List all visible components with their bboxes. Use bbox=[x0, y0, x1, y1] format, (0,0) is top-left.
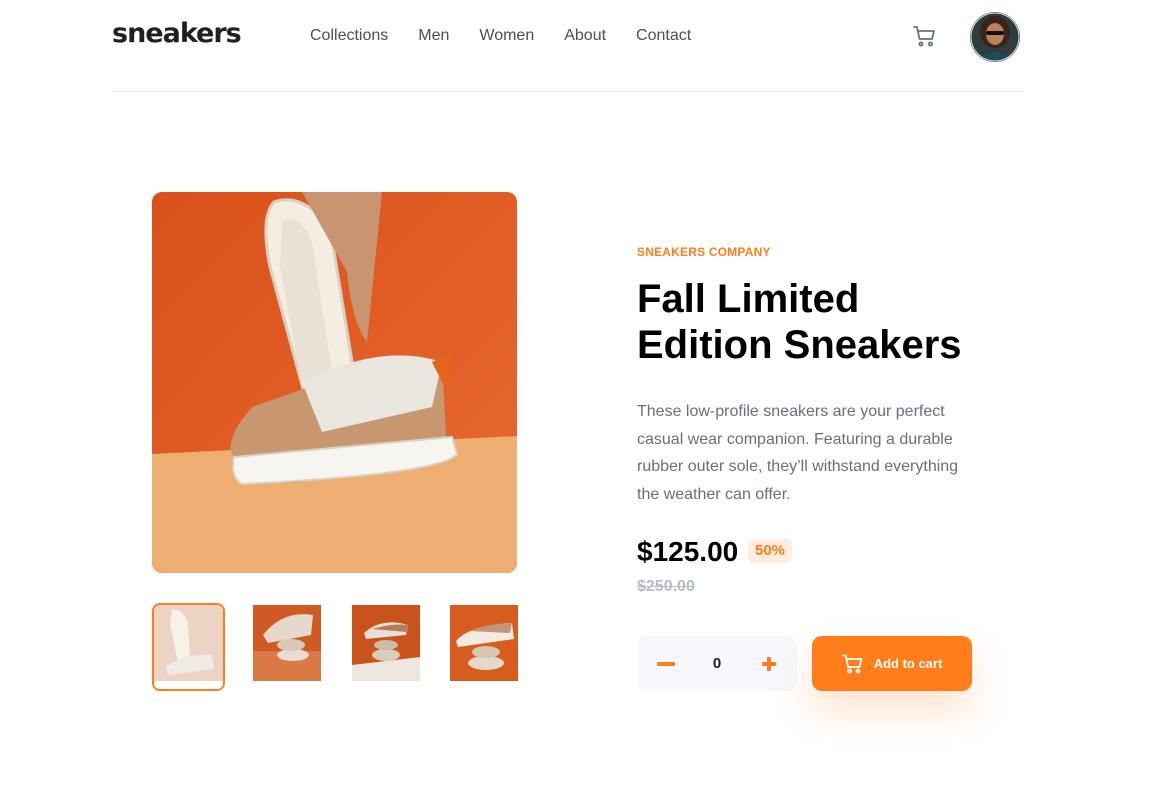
user-avatar[interactable] bbox=[970, 12, 1020, 62]
nav-link-collections[interactable]: Collections bbox=[310, 27, 388, 45]
site-header: sneakers Collections Men Women About Con… bbox=[112, 0, 1024, 92]
thumbnail-4[interactable] bbox=[450, 605, 518, 681]
product-title: Fall Limited Edition Sneakers bbox=[637, 277, 962, 367]
thumbnail-3[interactable] bbox=[352, 605, 420, 681]
thumbnail-2[interactable] bbox=[253, 605, 321, 681]
thumbnail-1[interactable] bbox=[152, 603, 225, 691]
add-to-cart-button[interactable]: Add to cart bbox=[812, 636, 972, 691]
nav-link-women[interactable]: Women bbox=[479, 27, 534, 45]
plus-icon bbox=[762, 656, 776, 671]
quantity-value: 0 bbox=[712, 655, 722, 672]
nav-link-about[interactable]: About bbox=[564, 27, 606, 45]
minus-icon bbox=[657, 661, 675, 666]
product-main-image[interactable] bbox=[152, 192, 517, 573]
nav-link-men[interactable]: Men bbox=[418, 27, 449, 45]
add-to-cart-label: Add to cart bbox=[873, 656, 943, 671]
quantity-stepper: 0 bbox=[637, 636, 797, 691]
decrease-quantity-button[interactable] bbox=[641, 636, 691, 691]
main-nav: Collections Men Women About Contact bbox=[310, 27, 721, 45]
cart-icon[interactable] bbox=[913, 24, 939, 50]
site-logo[interactable]: sneakers bbox=[112, 18, 242, 49]
nav-link-contact[interactable]: Contact bbox=[636, 27, 691, 45]
increase-quantity-button[interactable] bbox=[744, 636, 794, 691]
cart-icon bbox=[841, 654, 863, 673]
original-price: $250.00 bbox=[637, 578, 695, 595]
product-description: These low-profile sneakers are your perf… bbox=[637, 403, 959, 503]
discount-badge: 50% bbox=[748, 539, 793, 563]
company-label: SNEAKERS COMPANY bbox=[637, 245, 771, 259]
current-price: $125.00 bbox=[637, 536, 739, 567]
